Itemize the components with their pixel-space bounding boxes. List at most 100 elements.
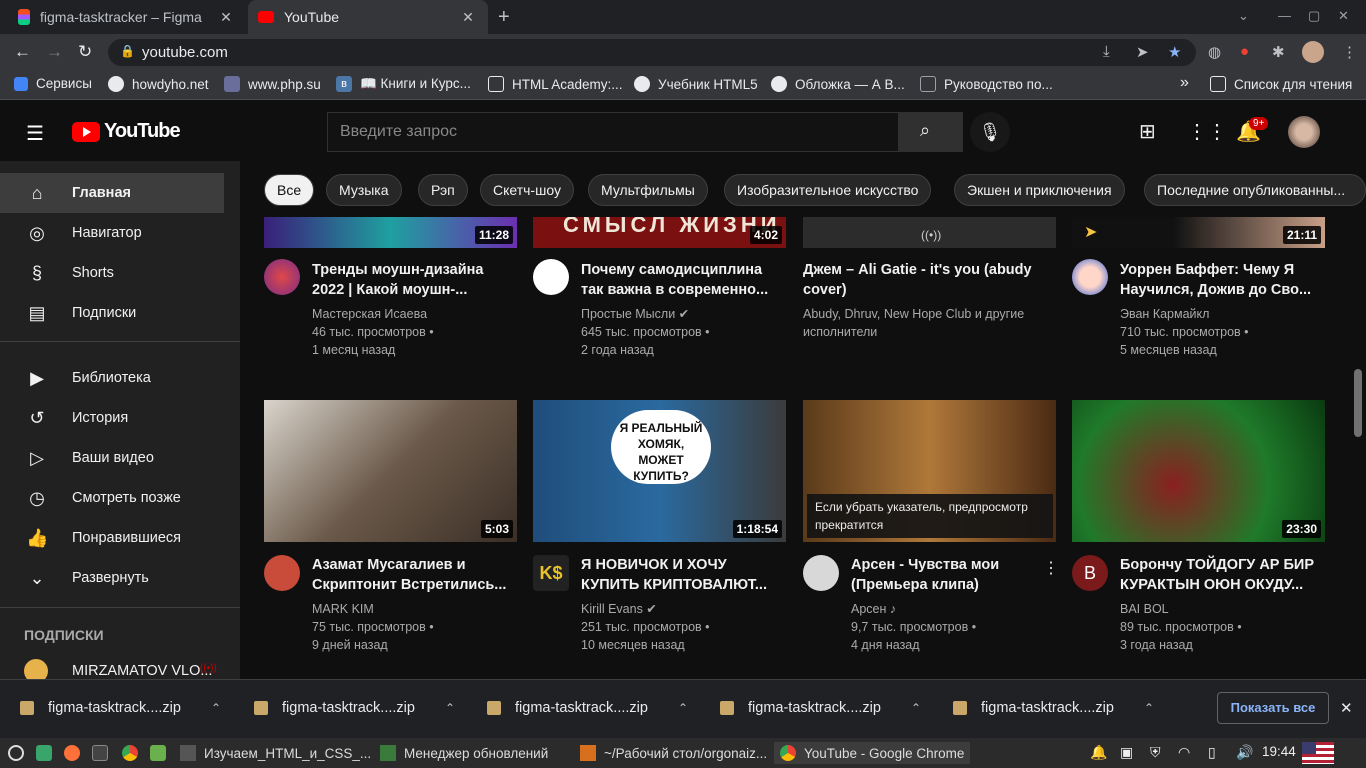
video-title[interactable]: Уоррен Баффет: Чему Я Научился, Дожив до … <box>1120 260 1320 300</box>
forward-icon[interactable]: → <box>46 42 63 62</box>
tab-search-icon[interactable]: ⌄ <box>1238 8 1249 24</box>
sidebar-item-library[interactable]: ▶ Библиотека <box>0 358 224 398</box>
sidebar-item-home[interactable]: ⌂ Главная <box>0 173 224 213</box>
terminal-icon[interactable] <box>92 745 108 761</box>
sidebar-item-history[interactable]: ↺ История <box>0 398 224 438</box>
video-title[interactable]: Джем – Ali Gatie - it's you (abudy cover) <box>803 260 1053 300</box>
close-window-icon[interactable]: ✕ <box>1338 8 1349 24</box>
download-item[interactable]: figma-tasktrack....zip ⌃ <box>254 700 455 716</box>
video-thumbnail[interactable]: ➤ 21:11 <box>1072 216 1325 248</box>
tab-figma[interactable]: figma-tasktracker – Figma ✕ <box>8 0 246 34</box>
hamburger-menu-icon[interactable]: ☰ <box>26 121 44 146</box>
chevron-up-icon[interactable]: ⌃ <box>911 701 921 715</box>
channel-avatar[interactable] <box>533 259 569 295</box>
bookmark-cover[interactable]: Обложка — А В... <box>771 76 905 92</box>
download-item[interactable]: figma-tasktrack....zip ⌃ <box>20 700 221 716</box>
send-icon[interactable]: ➤ <box>1136 43 1149 61</box>
more-actions-icon[interactable]: ⋮ <box>1043 558 1059 578</box>
download-item[interactable]: figma-tasktrack....zip ⌃ <box>720 700 921 716</box>
chevron-up-icon[interactable]: ⌃ <box>1144 701 1154 715</box>
chevron-up-icon[interactable]: ⌃ <box>211 701 221 715</box>
chip-cartoons[interactable]: Мультфильмы <box>588 174 708 206</box>
close-tab-icon[interactable]: ✕ <box>216 9 236 26</box>
extensions-puzzle-icon[interactable]: ✱ <box>1272 43 1285 61</box>
download-item[interactable]: figma-tasktrack....zip ⌃ <box>953 700 1154 716</box>
us-flag-icon[interactable] <box>1302 742 1334 764</box>
chip-latest[interactable]: Последние опубликованны... <box>1144 174 1366 206</box>
video-thumbnail[interactable]: Если убрать указатель, предпросмотр прек… <box>803 400 1056 542</box>
close-downloads-icon[interactable]: ✕ <box>1340 699 1353 717</box>
sidebar-item-watch-later[interactable]: ◷ Смотреть позже <box>0 478 224 518</box>
security-shield-icon[interactable]: ⛨ <box>1150 744 1161 761</box>
channel-avatar[interactable]: K$ <box>533 555 569 591</box>
video-thumbnail[interactable]: 11:28 <box>264 216 517 248</box>
sidebar-item-subscriptions[interactable]: ▤ Подписки <box>0 293 224 333</box>
maximize-icon[interactable]: ▢ <box>1308 8 1320 24</box>
video-title[interactable]: Я НОВИЧОК И ХОЧУ КУПИТЬ КРИПТОВАЛЮТ... <box>581 555 781 595</box>
chevron-up-icon[interactable]: ⌃ <box>445 701 455 715</box>
bookmark-services[interactable]: Сервисы <box>14 76 92 91</box>
taskbar-window-pdf[interactable]: Изучаем_HTML_и_CSS_... <box>174 742 377 764</box>
bookmark-htmlacademy[interactable]: HTML Academy:... <box>488 76 623 92</box>
show-all-downloads-button[interactable]: Показать все <box>1217 692 1329 724</box>
taskbar-window-chrome[interactable]: YouTube - Google Chrome <box>774 742 971 764</box>
close-tab-icon[interactable]: ✕ <box>458 9 478 26</box>
video-thumbnail[interactable]: 23:30 <box>1072 400 1325 542</box>
channel-avatar[interactable] <box>1072 259 1108 295</box>
page-scrollbar[interactable] <box>1354 369 1362 437</box>
search-input[interactable]: Введите запрос <box>327 112 899 152</box>
create-video-icon[interactable]: ⊞ <box>1139 119 1156 144</box>
bookmark-guide[interactable]: Руководство по... <box>920 76 1053 92</box>
sidebar-item-your-videos[interactable]: ▷ Ваши видео <box>0 438 224 478</box>
url-bar[interactable]: 🔒 youtube.com <box>108 39 1196 66</box>
taskbar-window-updates[interactable]: Менеджер обновлений <box>374 742 554 764</box>
apps-grid-icon[interactable]: ⋮⋮ <box>1187 119 1227 144</box>
sidebar-item-expand[interactable]: ⌄ Развернуть <box>0 558 224 598</box>
account-avatar[interactable] <box>1288 116 1320 148</box>
sidebar-item-liked[interactable]: 👍 Понравившиеся <box>0 518 224 558</box>
install-icon[interactable]: ⤓ <box>1103 43 1110 60</box>
clipboard-icon[interactable]: ▣ <box>1120 744 1133 761</box>
chrome-icon[interactable] <box>122 745 138 761</box>
wifi-icon[interactable]: ◠ <box>1178 744 1190 761</box>
start-menu-icon[interactable] <box>8 745 24 761</box>
reading-list-button[interactable]: Список для чтения <box>1210 76 1352 92</box>
video-title[interactable]: Азамат Мусагалиев и Скриптонит Встретилис… <box>312 555 512 595</box>
chip-rap[interactable]: Рэп <box>418 174 468 206</box>
profile-avatar[interactable] <box>1302 41 1324 63</box>
battery-icon[interactable]: ▯ <box>1208 744 1216 761</box>
notifications-icon[interactable]: 🔔 <box>1090 744 1107 761</box>
tab-youtube[interactable]: YouTube ✕ <box>248 0 488 34</box>
voice-search-button[interactable]: 🎙 <box>970 112 1010 152</box>
video-thumbnail[interactable]: СМЫСЛ ЖИЗНИ 4:02 <box>533 216 786 248</box>
chip-music[interactable]: Музыка <box>326 174 402 206</box>
channel-avatar[interactable] <box>264 259 300 295</box>
bookmark-phpsu[interactable]: www.php.su <box>224 76 321 92</box>
sidebar-subscription-channel[interactable]: MIRZAMATOV VLO... ((•)) <box>0 651 224 679</box>
video-title[interactable]: Тренды моушн-дизайна 2022 | Какой моушн-.… <box>312 260 512 300</box>
chip-action[interactable]: Экшен и приключения <box>954 174 1125 206</box>
video-thumbnail[interactable]: ((•)) <box>803 216 1056 248</box>
chip-art[interactable]: Изобразительное искусство <box>724 174 932 206</box>
new-tab-button[interactable]: + <box>498 6 510 29</box>
adblock-icon[interactable]: ● <box>1240 43 1249 60</box>
video-title[interactable]: Почему самодисциплина так важна в совреме… <box>581 260 781 300</box>
minimize-icon[interactable]: — <box>1278 8 1291 23</box>
volume-icon[interactable]: 🔊 <box>1236 744 1253 761</box>
video-title[interactable]: Арсен - Чувства мои (Премьера клипа) <box>851 555 1051 595</box>
channel-avatar[interactable] <box>803 555 839 591</box>
menu-dots-icon[interactable]: ⋮ <box>1342 43 1357 61</box>
clock[interactable]: 19:44 <box>1262 744 1296 759</box>
chip-all[interactable]: Все <box>264 174 315 206</box>
sidebar-item-shorts[interactable]: § Shorts <box>0 253 224 293</box>
bookmark-star-icon[interactable]: ★ <box>1168 43 1181 61</box>
more-bookmarks-button[interactable]: » <box>1180 74 1189 92</box>
show-desktop-icon[interactable] <box>36 745 52 761</box>
search-button[interactable]: ⌕ <box>899 112 963 152</box>
back-icon[interactable]: ← <box>14 42 31 62</box>
chip-sketch[interactable]: Скетч-шоу <box>480 174 574 206</box>
bookmark-howdyho[interactable]: howdyho.net <box>108 76 209 92</box>
youtube-logo[interactable]: YouTube <box>72 120 181 143</box>
video-thumbnail[interactable]: 5:03 <box>264 400 517 542</box>
bookmark-html5[interactable]: Учебник HTML5 <box>634 76 758 92</box>
